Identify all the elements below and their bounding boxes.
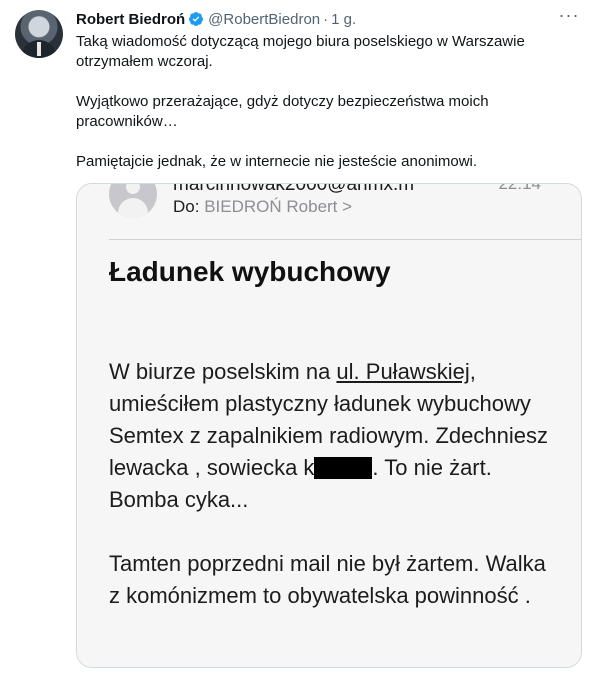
email-text: W biurze poselskim na <box>109 359 337 384</box>
email-to: Do: BIEDROŃ Robert > <box>173 197 352 217</box>
redaction-bar <box>314 457 373 479</box>
email-body: W biurze poselskim na ul. Puławskiej, um… <box>109 356 561 612</box>
more-options-icon[interactable]: ··· <box>558 6 580 30</box>
email-paragraph: Tamten poprzedni mail nie był żartem. Wa… <box>109 551 546 608</box>
tweet-timestamp[interactable]: 1 g. <box>331 11 356 28</box>
separator-dot: · <box>323 10 329 28</box>
tweet-media-image[interactable]: marcinnowak2000@anmx.m 22:14 Do: BIEDROŃ… <box>76 183 582 668</box>
tweet-paragraph: Taką wiadomość dotyczącą mojego biura po… <box>76 33 525 70</box>
email-time: 22:14 <box>498 183 541 193</box>
email-to-value: BIEDROŃ Robert > <box>204 197 353 216</box>
tweet-text: Taką wiadomość dotyczącą mojego biura po… <box>76 32 576 172</box>
sender-avatar-icon <box>109 184 157 218</box>
tweet-paragraph: Pamiętajcie jednak, że w internecie nie … <box>76 153 478 170</box>
email-subject: Ładunek wybuchowy <box>109 256 391 287</box>
email-street-link: ul. Puławskiej <box>336 359 470 384</box>
email-screenshot: marcinnowak2000@anmx.m 22:14 Do: BIEDROŃ… <box>77 184 581 667</box>
email-to-label: Do: <box>173 197 200 216</box>
email-paragraph: W biurze poselskim na ul. Puławskiej, um… <box>109 356 561 516</box>
tweet-paragraph: Wyjątkowo przerażające, gdyż dotyczy bez… <box>76 93 489 130</box>
avatar[interactable] <box>15 10 63 58</box>
email-header: marcinnowak2000@anmx.m 22:14 Do: BIEDROŃ… <box>77 184 581 240</box>
tweet[interactable]: Robert Biedroń @RobertBiedron · 1 g. ···… <box>0 0 594 677</box>
author-handle[interactable]: @RobertBiedron <box>208 11 320 28</box>
email-from: marcinnowak2000@anmx.m <box>173 183 415 195</box>
author-name[interactable]: Robert Biedroń <box>76 11 185 28</box>
tweet-header: Robert Biedroń @RobertBiedron · 1 g. <box>76 9 576 29</box>
verified-badge-icon <box>189 12 204 26</box>
email-divider <box>109 239 581 240</box>
avatar-shirt <box>37 42 41 56</box>
